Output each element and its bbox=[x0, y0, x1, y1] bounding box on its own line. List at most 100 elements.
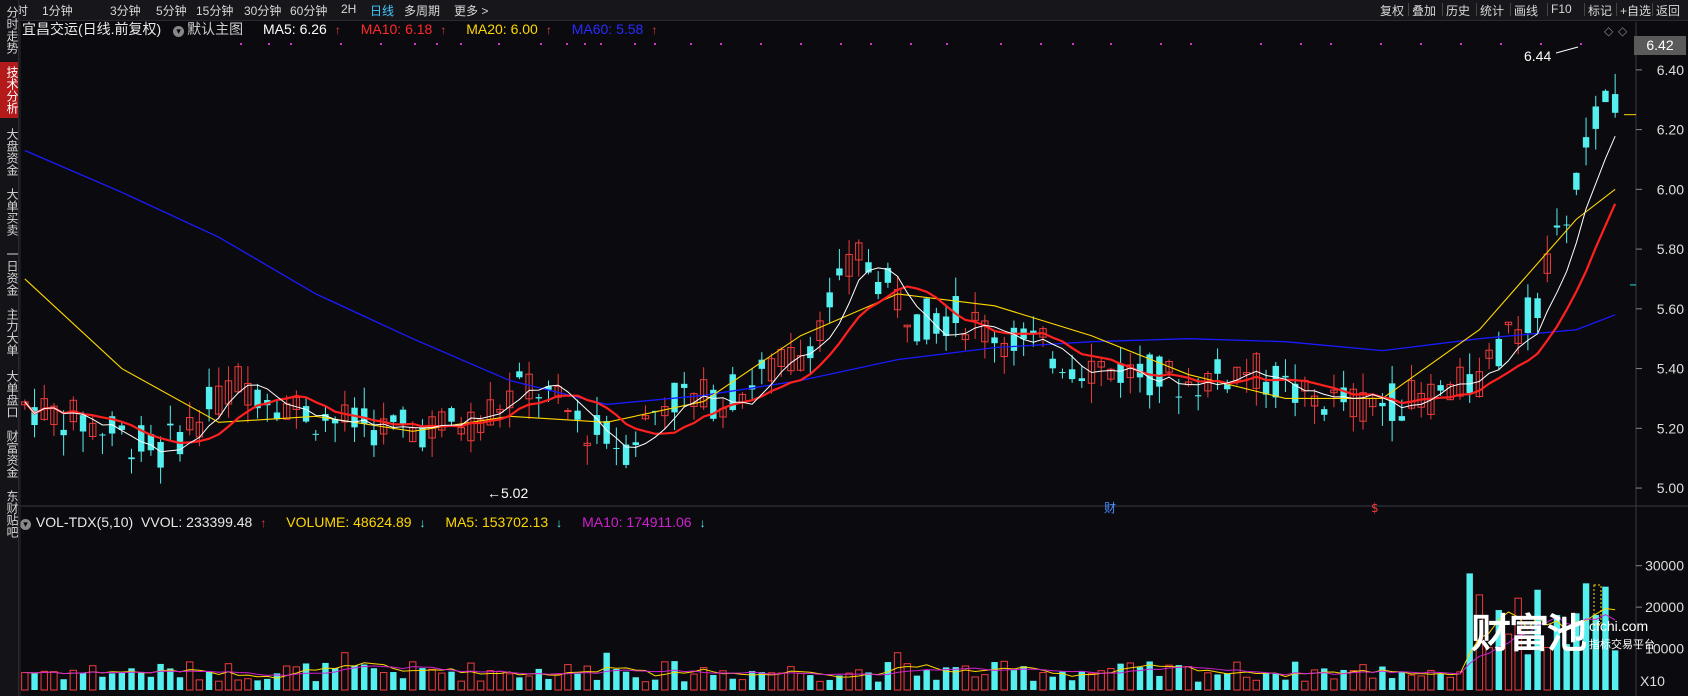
event-dot bbox=[1072, 43, 1074, 45]
volume-bar-up bbox=[21, 672, 29, 691]
volume-bar-down bbox=[826, 679, 833, 690]
volume-bar-down bbox=[1117, 663, 1124, 690]
candle-body-down bbox=[632, 442, 639, 446]
volume-bar-down bbox=[157, 663, 164, 690]
event-dot bbox=[1260, 43, 1262, 45]
event-dot bbox=[1420, 43, 1422, 45]
candle-body-down bbox=[399, 409, 407, 424]
volume-bar-down bbox=[254, 680, 261, 690]
candle-body-down bbox=[1611, 94, 1619, 113]
volume-bar-up bbox=[816, 680, 824, 691]
y-tick-label: 5.20 bbox=[1657, 420, 1684, 436]
candle-body-down bbox=[681, 383, 688, 388]
volume-bar-up bbox=[554, 674, 562, 691]
candle-body-down bbox=[1214, 359, 1221, 374]
candle-body-down bbox=[923, 298, 930, 340]
event-dot bbox=[634, 43, 636, 45]
volume-bar-up bbox=[525, 675, 533, 691]
high-price-label: 6.44 bbox=[1524, 48, 1551, 64]
volume-bar-up bbox=[1407, 674, 1416, 691]
volume-bar-down bbox=[1175, 665, 1182, 690]
watermark-brand: 财富池 bbox=[1471, 612, 1587, 656]
volume-bar-down bbox=[671, 661, 678, 690]
event-dot bbox=[720, 43, 722, 45]
volume-bar-up bbox=[428, 668, 436, 691]
volume-bar-down bbox=[448, 671, 455, 690]
volume-bar-up bbox=[855, 669, 863, 691]
volume-bar-up bbox=[215, 680, 223, 691]
event-dot bbox=[1580, 43, 1582, 45]
candle-body-down bbox=[884, 267, 892, 283]
candle-body-down bbox=[1495, 339, 1502, 367]
event-dot bbox=[910, 43, 912, 45]
volume-bar-up bbox=[1330, 678, 1338, 691]
volume-bar-down bbox=[31, 673, 38, 690]
expand-icon[interactable]: ◇ bbox=[1618, 24, 1627, 38]
event-marker-dollar: $ bbox=[1371, 501, 1379, 515]
volume-bar-up bbox=[1252, 679, 1261, 691]
kline-chart[interactable]: 5.005.205.405.605.806.006.206.4010000200… bbox=[0, 0, 1688, 696]
volume-bar-down bbox=[1291, 661, 1299, 690]
volume-bar-up bbox=[185, 661, 194, 691]
volume-bar-down bbox=[729, 678, 736, 690]
y-tick-label: 5.80 bbox=[1657, 241, 1684, 257]
volume-bar-down bbox=[651, 679, 659, 690]
event-dot bbox=[840, 43, 842, 45]
volume-bar-up bbox=[292, 666, 301, 691]
candle-body-down bbox=[1398, 416, 1406, 421]
candle-body-down bbox=[593, 415, 601, 435]
volume-bar-up bbox=[903, 663, 911, 691]
event-dot bbox=[1460, 43, 1462, 45]
volume-bar-up bbox=[1039, 672, 1047, 691]
volume-bar-down bbox=[933, 679, 940, 690]
event-dot bbox=[654, 43, 656, 45]
candle-body-down bbox=[1534, 298, 1541, 319]
volume-bar-up bbox=[1165, 664, 1173, 691]
volume-bar-down bbox=[147, 676, 155, 690]
candle-body-down bbox=[79, 415, 87, 432]
volume-bar-up bbox=[796, 672, 805, 691]
candle-body-down bbox=[312, 433, 319, 435]
volume-bar-down bbox=[1524, 654, 1532, 690]
event-dot bbox=[1300, 43, 1302, 45]
vol-y-tick-label: 20000 bbox=[1645, 599, 1684, 615]
event-dot bbox=[690, 43, 692, 45]
event-dot bbox=[1380, 43, 1382, 45]
candle-body-up bbox=[564, 410, 572, 413]
y-tick-label: 5.60 bbox=[1657, 301, 1684, 317]
volume-bar-down bbox=[807, 675, 814, 690]
volume-bar-up bbox=[1126, 662, 1135, 691]
event-dot bbox=[1500, 43, 1502, 45]
volume-bar-up bbox=[981, 674, 989, 691]
gear-icon[interactable]: ◇ bbox=[1604, 24, 1613, 38]
candle-body-down bbox=[157, 442, 164, 468]
candle-body-down bbox=[1272, 365, 1279, 398]
volume-bar-down bbox=[1388, 678, 1396, 690]
volume-bar-down bbox=[1020, 666, 1027, 690]
event-dot bbox=[870, 43, 872, 45]
volume-bar-up bbox=[244, 678, 252, 691]
volume-bar-down bbox=[923, 669, 930, 690]
volume-bar-up bbox=[1184, 666, 1193, 691]
candle-body-down bbox=[535, 397, 542, 399]
high-pointer bbox=[1555, 46, 1579, 54]
candle-body-down bbox=[1049, 358, 1056, 369]
volume-bar-down bbox=[952, 667, 959, 690]
volume-bar-down bbox=[991, 662, 998, 690]
volume-bar-down bbox=[593, 679, 601, 690]
volume-bar-down bbox=[1398, 671, 1406, 690]
event-dot bbox=[1160, 43, 1162, 45]
event-dot bbox=[498, 43, 500, 45]
volume-bar-up bbox=[467, 662, 475, 691]
candle-body-down bbox=[1321, 409, 1328, 415]
volume-bar-down bbox=[622, 671, 630, 690]
volume-bar-down bbox=[710, 674, 717, 690]
volume-bar-up bbox=[893, 652, 902, 691]
y-tick-label: 6.20 bbox=[1657, 122, 1684, 138]
vol-ma5-line bbox=[24, 607, 1616, 679]
volume-bar-down bbox=[545, 678, 552, 690]
event-dot bbox=[436, 43, 438, 45]
event-marker-finance: 财 bbox=[1104, 501, 1116, 515]
volume-bar-down bbox=[312, 681, 319, 690]
volume-bar-down bbox=[884, 662, 892, 690]
